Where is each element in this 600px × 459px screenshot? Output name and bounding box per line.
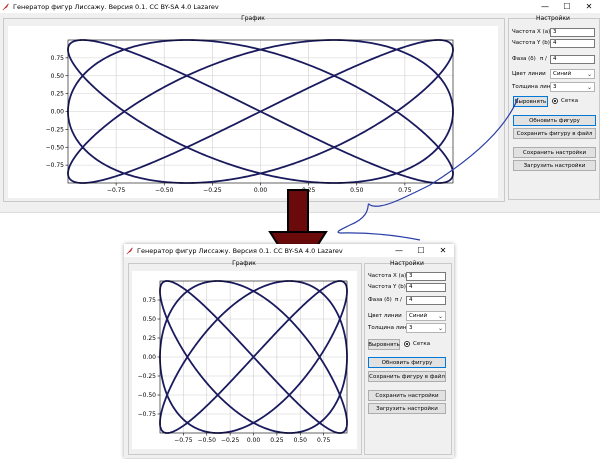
chevron-down-icon: ⌄ (437, 312, 443, 320)
chevron-down-icon: ⌄ (586, 83, 592, 91)
y-tick-label: −0.25 (138, 373, 157, 380)
align-button[interactable]: Выровнять (513, 96, 548, 107)
x-tick-label: 0.00 (254, 187, 268, 194)
freq-y-input[interactable]: 4 (406, 283, 446, 292)
feather-app-icon (126, 247, 133, 254)
settings-title: Настройки (390, 260, 424, 267)
x-tick-label: −0.75 (107, 187, 126, 194)
line-color-value: Синий (409, 313, 428, 319)
line-width-value: 3 (553, 84, 557, 90)
phase-label: Фаза (δ) (368, 297, 392, 303)
y-tick-label: −0.25 (46, 126, 65, 133)
freq-x-label: Частота X (a) (512, 29, 551, 35)
x-tick-label: 0.00 (247, 437, 261, 444)
plot-frame-title: График (232, 260, 256, 267)
y-tick-label: 0.50 (51, 73, 65, 80)
x-tick-label: −0.25 (221, 437, 240, 444)
y-tick-label: −0.75 (46, 162, 65, 169)
freq-x-input[interactable]: 3 (550, 28, 595, 37)
minimize-icon[interactable]: — (388, 244, 410, 257)
save-figure-button[interactable]: Сохранить фигуру в файл (513, 128, 596, 139)
save-settings-button[interactable]: Сохранить настройки (368, 390, 446, 401)
grid-radio[interactable]: Сетка (552, 98, 578, 104)
line-color-value: Синий (553, 71, 572, 77)
x-tick-label: −0.50 (198, 437, 217, 444)
load-settings-button[interactable]: Загрузить настройки (513, 160, 596, 171)
x-tick-label: 0.50 (350, 187, 364, 194)
line-width-select[interactable]: 3 ⌄ (406, 323, 446, 333)
y-tick-label: 0.00 (51, 109, 65, 116)
line-color-label: Цвет линии (368, 313, 402, 319)
plot-canvas: −0.75 −0.50 −0.25 0.00 0.25 0.50 0.75 0.75 0.50 0… (8, 26, 498, 198)
radio-selected-icon (552, 98, 558, 104)
phase-label: Фаза (δ) (512, 56, 536, 62)
window-title: Генератор фигур Лиссажу. Версия 0.1. CC … (137, 246, 343, 255)
phase-input[interactable]: 4 (406, 296, 446, 305)
x-tick-label: 0.50 (294, 437, 308, 444)
line-color-label: Цвет линии (512, 71, 546, 77)
save-figure-button[interactable]: Сохранить фигуру в файл (368, 371, 446, 382)
line-color-select[interactable]: Синий ⌄ (550, 69, 595, 79)
update-figure-button[interactable]: Обновить фигуру (513, 115, 596, 126)
maximize-icon[interactable]: ☐ (556, 0, 578, 13)
save-settings-button[interactable]: Сохранить настройки (513, 147, 596, 158)
chevron-down-icon: ⌄ (586, 70, 592, 78)
settings-title: Настройки (536, 15, 570, 22)
freq-y-input[interactable]: 4 (550, 39, 595, 48)
grid-label: Сетка (561, 98, 579, 104)
window-title: Генератор фигур Лиссажу. Версия 0.1. CC … (13, 2, 219, 11)
y-tick-label: 0.00 (143, 354, 157, 361)
main-window-bottom: Генератор фигур Лиссажу. Версия 0.1. CC … (124, 244, 454, 458)
freq-x-input[interactable]: 3 (406, 272, 446, 281)
line-color-select[interactable]: Синий ⌄ (406, 311, 446, 321)
x-tick-label: 0.25 (302, 187, 316, 194)
x-tick-label: 0.75 (398, 187, 412, 194)
line-width-value: 3 (409, 325, 413, 331)
lissajous-chart: −0.75 −0.50 −0.25 0.00 0.25 0.50 0.75 0.75 0.50 0… (46, 39, 454, 194)
radio-selected-icon (404, 341, 410, 347)
y-tick-label: 0.75 (143, 297, 157, 304)
plot-frame-title: График (241, 15, 265, 22)
align-button[interactable]: Выровнять (368, 339, 400, 350)
freq-y-label: Частота Y (b) (368, 284, 406, 290)
line-width-select[interactable]: 3 ⌄ (550, 82, 595, 92)
chevron-down-icon: ⌄ (437, 324, 443, 332)
x-tick-label: 0.75 (317, 437, 331, 444)
plot-canvas: −0.75 −0.50 −0.25 0.00 0.25 0.50 0.75 0.75 0.50 0… (132, 271, 357, 449)
y-tick-label: 0.50 (143, 316, 157, 323)
title-bar[interactable]: Генератор фигур Лиссажу. Версия 0.1. CC … (0, 0, 600, 13)
minimize-icon[interactable]: — (534, 0, 556, 13)
title-bar[interactable]: Генератор фигур Лиссажу. Версия 0.1. CC … (124, 244, 454, 257)
freq-y-label: Частота Y (b) (512, 40, 550, 46)
feather-app-icon (2, 3, 9, 10)
y-tick-label: 0.25 (51, 91, 65, 98)
close-icon[interactable]: ✕ (432, 244, 454, 257)
freq-x-label: Частота X (a) (368, 273, 407, 279)
phase-pi-label: π / (540, 56, 547, 62)
grid-label: Сетка (413, 341, 431, 347)
phase-pi-label: π / (395, 297, 402, 303)
y-tick-label: −0.75 (138, 411, 157, 418)
main-window-top: Генератор фигур Лиссажу. Версия 0.1. CC … (0, 0, 600, 202)
phase-input[interactable]: 4 (550, 55, 595, 64)
lissajous-chart: −0.75 −0.50 −0.25 0.00 0.25 0.50 0.75 0.75 0.50 0… (138, 280, 348, 444)
x-tick-label: −0.50 (155, 187, 174, 194)
update-figure-button[interactable]: Обновить фигуру (368, 357, 446, 368)
y-tick-label: −0.50 (46, 144, 65, 151)
maximize-icon[interactable]: ☐ (410, 244, 432, 257)
y-tick-label: 0.75 (51, 55, 65, 62)
x-tick-label: −0.75 (174, 437, 193, 444)
grid-radio[interactable]: Сетка (404, 341, 430, 347)
x-tick-label: 0.25 (270, 437, 284, 444)
close-icon[interactable]: ✕ (578, 0, 600, 13)
y-tick-label: −0.50 (138, 392, 157, 399)
y-tick-label: 0.25 (143, 335, 157, 342)
load-settings-button[interactable]: Загрузить настройки (368, 403, 446, 414)
x-tick-label: −0.25 (203, 187, 222, 194)
